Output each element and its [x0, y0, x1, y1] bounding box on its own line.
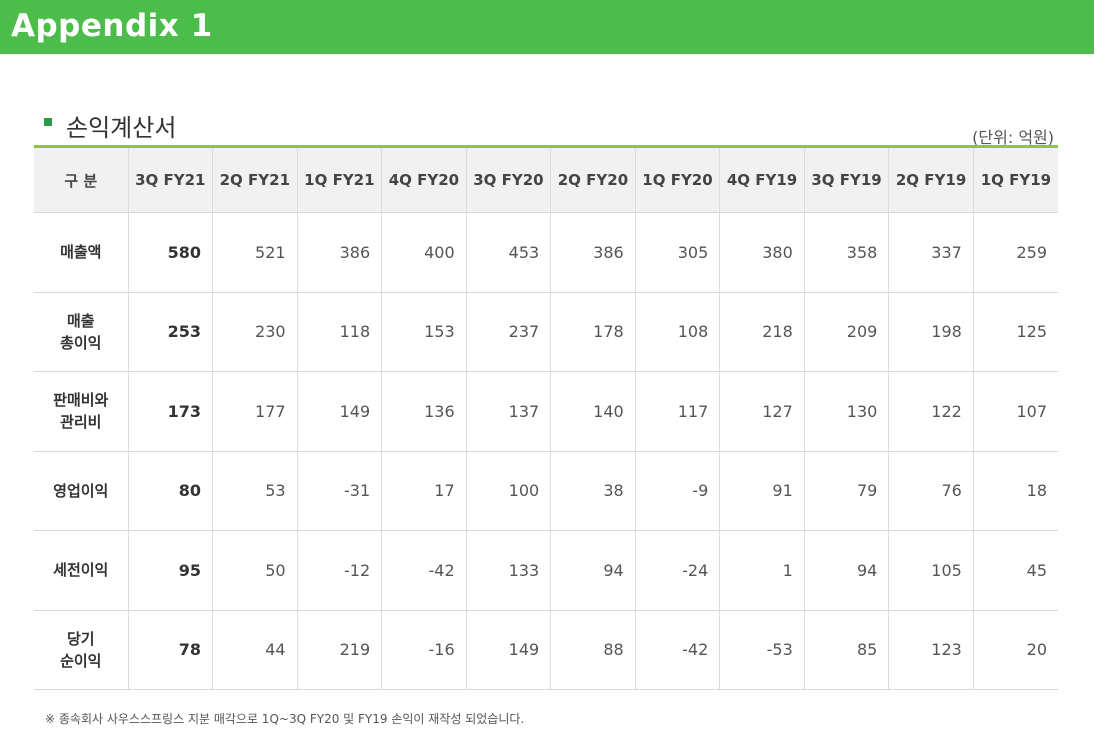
- column-header: 1Q FY19: [973, 148, 1058, 213]
- table-cell: 521: [212, 212, 298, 293]
- table-cell: 218: [719, 292, 805, 372]
- table-cell: 386: [297, 212, 383, 293]
- table-cell: 118: [297, 292, 383, 372]
- table-cell: 80: [128, 451, 214, 531]
- table-row: 매출 총이익 253 230 118 153 237 178 108 218 2…: [34, 292, 1058, 372]
- table-cell: -53: [719, 610, 805, 690]
- table-cell: 153: [381, 292, 467, 372]
- table-cell: 237: [466, 292, 552, 372]
- table-cell: -12: [297, 530, 383, 611]
- column-header: 2Q FY19: [888, 148, 974, 213]
- table-cell: 136: [381, 371, 467, 452]
- table-cell: 17: [381, 451, 467, 531]
- row-label: 영업이익: [34, 451, 129, 531]
- table-cell: 125: [973, 292, 1058, 372]
- column-header-label: 구 분: [34, 148, 129, 213]
- column-header: 3Q FY20: [466, 148, 552, 213]
- column-header: 1Q FY21: [297, 148, 383, 213]
- table-cell: -42: [381, 530, 467, 611]
- table-cell: 137: [466, 371, 552, 452]
- section-bullet-icon: [44, 118, 52, 126]
- column-header: 2Q FY20: [550, 148, 636, 213]
- table-cell: 140: [550, 371, 636, 452]
- page-title: Appendix 1: [11, 8, 213, 44]
- table-cell: 400: [381, 212, 467, 293]
- table-cell: 219: [297, 610, 383, 690]
- table-cell: 20: [973, 610, 1058, 690]
- table-cell: 117: [635, 371, 721, 452]
- table-cell: 91: [719, 451, 805, 531]
- table-cell: 123: [888, 610, 974, 690]
- column-header: 4Q FY19: [719, 148, 805, 213]
- table-cell: 76: [888, 451, 974, 531]
- title-banner: Appendix 1: [0, 0, 1094, 54]
- table-cell: 337: [888, 212, 974, 293]
- table-cell: 178: [550, 292, 636, 372]
- table-cell: 453: [466, 212, 552, 293]
- table-cell: 122: [888, 371, 974, 452]
- row-label: 매출 총이익: [34, 292, 129, 372]
- row-label: 당기 순이익: [34, 610, 129, 690]
- table-row: 영업이익 80 53 -31 17 100 38 -9 91 79 76 18: [34, 451, 1058, 531]
- table-cell: 173: [128, 371, 214, 452]
- column-header: 3Q FY19: [804, 148, 890, 213]
- table-cell: 45: [973, 530, 1058, 611]
- section-title: 손익계산서: [66, 114, 177, 142]
- table-cell: 107: [973, 371, 1058, 452]
- table-row: 판매비와 관리비 173 177 149 136 137 140 117 127…: [34, 371, 1058, 452]
- row-label: 매출액: [34, 212, 129, 293]
- table-cell: 198: [888, 292, 974, 372]
- table-header-row: 구 분 3Q FY21 2Q FY21 1Q FY21 4Q FY20 3Q F…: [34, 148, 1058, 213]
- table-cell: 108: [635, 292, 721, 372]
- table-cell: 78: [128, 610, 214, 690]
- table-cell: 1: [719, 530, 805, 611]
- table-cell: 358: [804, 212, 890, 293]
- table-cell: 386: [550, 212, 636, 293]
- table-cell: 88: [550, 610, 636, 690]
- table-cell: 127: [719, 371, 805, 452]
- table-cell: -42: [635, 610, 721, 690]
- row-label: 판매비와 관리비: [34, 371, 129, 452]
- table-cell: -31: [297, 451, 383, 531]
- table-cell: 149: [466, 610, 552, 690]
- table-cell: 305: [635, 212, 721, 293]
- column-header: 2Q FY21: [212, 148, 298, 213]
- table-cell: 177: [212, 371, 298, 452]
- table-cell: -16: [381, 610, 467, 690]
- column-header: 1Q FY20: [635, 148, 721, 213]
- row-label: 세전이익: [34, 530, 129, 611]
- table-row: 세전이익 95 50 -12 -42 133 94 -24 1 94 105 4…: [34, 530, 1058, 611]
- column-header: 4Q FY20: [381, 148, 467, 213]
- table-cell: 50: [212, 530, 298, 611]
- footnote: ※ 종속회사 사우스스프링스 지분 매각으로 1Q~3Q FY20 및 FY19…: [45, 712, 525, 726]
- table-cell: 149: [297, 371, 383, 452]
- table-cell: 380: [719, 212, 805, 293]
- table-cell: 95: [128, 530, 214, 611]
- table-cell: 230: [212, 292, 298, 372]
- table-cell: 94: [804, 530, 890, 611]
- table-cell: -24: [635, 530, 721, 611]
- table-cell: 253: [128, 292, 214, 372]
- table-cell: 94: [550, 530, 636, 611]
- table-row: 매출액 580 521 386 400 453 386 305 380 358 …: [34, 212, 1058, 293]
- column-header: 3Q FY21: [128, 148, 214, 213]
- table-cell: 18: [973, 451, 1058, 531]
- table-cell: 53: [212, 451, 298, 531]
- table-cell: 44: [212, 610, 298, 690]
- table-cell: 133: [466, 530, 552, 611]
- table-cell: 79: [804, 451, 890, 531]
- table-cell: 38: [550, 451, 636, 531]
- income-statement-table: 구 분 3Q FY21 2Q FY21 1Q FY21 4Q FY20 3Q F…: [34, 148, 1058, 690]
- table-cell: 209: [804, 292, 890, 372]
- table-row: 당기 순이익 78 44 219 -16 149 88 -42 -53 85 1…: [34, 610, 1058, 690]
- table-cell: 580: [128, 212, 214, 293]
- table-cell: 85: [804, 610, 890, 690]
- table-cell: 105: [888, 530, 974, 611]
- table-cell: 100: [466, 451, 552, 531]
- table-cell: 130: [804, 371, 890, 452]
- table-cell: -9: [635, 451, 721, 531]
- table-cell: 259: [973, 212, 1058, 293]
